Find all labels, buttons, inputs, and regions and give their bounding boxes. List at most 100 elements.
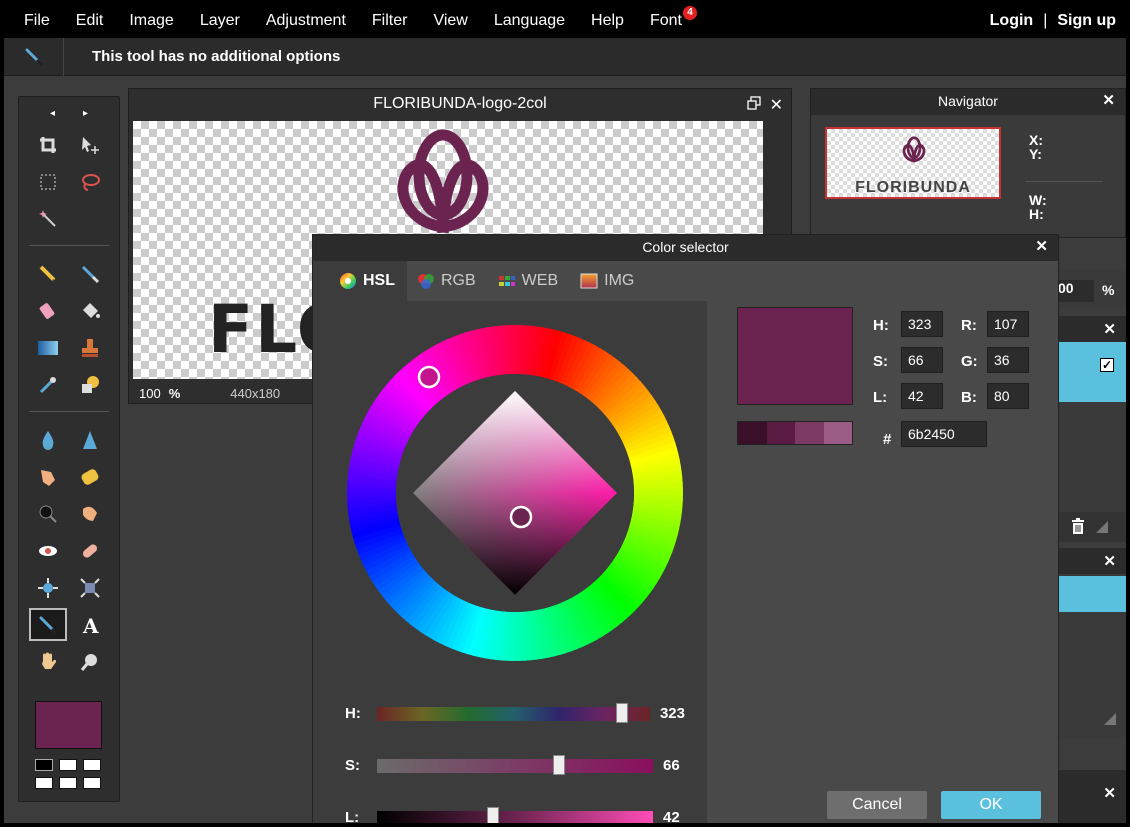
- clone-stamp-tool-icon[interactable]: [71, 331, 109, 364]
- saturation-lightness-marker[interactable]: [509, 505, 533, 529]
- restore-icon[interactable]: [746, 95, 762, 116]
- tab-img[interactable]: IMG: [570, 261, 646, 301]
- l-field[interactable]: 42: [901, 383, 943, 409]
- pencil-tool-icon[interactable]: [29, 257, 67, 290]
- menu-help[interactable]: Help: [578, 12, 637, 30]
- foreground-color-swatch[interactable]: [35, 701, 102, 749]
- lightness-slider-value: 42: [663, 809, 680, 823]
- menu-filter[interactable]: Filter: [359, 12, 421, 30]
- blur-tool-icon[interactable]: [29, 423, 67, 456]
- saturation-slider-track[interactable]: [377, 754, 653, 775]
- menu-language[interactable]: Language: [481, 12, 578, 30]
- resize-grip-icon[interactable]: [1096, 520, 1108, 538]
- magic-wand-tool-icon[interactable]: [29, 202, 67, 235]
- bloat-tool-icon[interactable]: [29, 571, 67, 604]
- font-count-badge: 4: [682, 6, 697, 20]
- navigator-info: X: Y:: [1029, 133, 1043, 161]
- login-link[interactable]: Login: [990, 12, 1034, 30]
- g-field[interactable]: 36: [987, 347, 1029, 373]
- auth-links: Login | Sign up: [990, 4, 1116, 38]
- menu-edit[interactable]: Edit: [63, 12, 117, 30]
- h-field[interactable]: 323: [901, 311, 943, 337]
- swatch-white[interactable]: [59, 759, 77, 771]
- resize-grip-icon[interactable]: [1104, 712, 1116, 730]
- close-icon[interactable]: ✕: [1103, 320, 1116, 338]
- swatch-white[interactable]: [59, 777, 77, 789]
- hue-slider-label: H:: [345, 705, 361, 722]
- hue-slider-track[interactable]: [376, 702, 650, 723]
- brush-tool-icon[interactable]: [71, 257, 109, 290]
- shade-swatch[interactable]: [795, 422, 824, 444]
- eraser-tool-icon[interactable]: [29, 294, 67, 327]
- menu-view[interactable]: View: [420, 12, 480, 30]
- layer-row-selected[interactable]: ✓: [1054, 342, 1126, 402]
- move-tool-icon[interactable]: [71, 128, 109, 161]
- hue-marker[interactable]: [417, 365, 441, 389]
- menu-image[interactable]: Image: [116, 12, 186, 30]
- navigator-thumbnail[interactable]: FLORIBUNDA: [825, 127, 1001, 199]
- lightness-slider-thumb[interactable]: [486, 806, 499, 823]
- spot-heal-tool-icon[interactable]: [71, 534, 109, 567]
- lightness-slider-track[interactable]: [377, 806, 653, 823]
- tools-prev-arrow[interactable]: ◂: [50, 108, 55, 119]
- paint-bucket-tool-icon[interactable]: [71, 294, 109, 327]
- close-icon[interactable]: ✕: [770, 95, 783, 116]
- swatch-white[interactable]: [35, 777, 53, 789]
- sharpen-tool-icon[interactable]: [71, 423, 109, 456]
- layer-visibility-checkbox[interactable]: ✓: [1100, 358, 1114, 372]
- history-row-selected[interactable]: [1054, 576, 1126, 612]
- shade-swatch[interactable]: [766, 422, 795, 444]
- sponge-tool-icon[interactable]: [71, 460, 109, 493]
- hue-slider-thumb[interactable]: [615, 702, 628, 723]
- swatch-white[interactable]: [83, 777, 101, 789]
- h-field-label: H:: [873, 317, 889, 334]
- tab-web[interactable]: WEB: [488, 261, 570, 301]
- shade-swatch[interactable]: [823, 422, 852, 444]
- shape-tool-icon[interactable]: [71, 368, 109, 401]
- close-icon[interactable]: ✕: [1102, 89, 1115, 113]
- burn-tool-icon[interactable]: [71, 497, 109, 530]
- crop-tool-icon[interactable]: [29, 128, 67, 161]
- color-replace-tool-icon[interactable]: [29, 368, 67, 401]
- swatch-black[interactable]: [35, 759, 53, 771]
- gradient-tool-icon[interactable]: [29, 331, 67, 364]
- close-icon[interactable]: ✕: [1103, 552, 1116, 570]
- document-status-bar: 100 % 440x180: [139, 386, 280, 401]
- type-tool-icon[interactable]: A: [71, 608, 109, 641]
- close-icon[interactable]: ✕: [1035, 235, 1048, 259]
- menu-font[interactable]: Font 4: [637, 6, 697, 30]
- hex-field[interactable]: 6b2450: [901, 421, 987, 447]
- hue-wheel[interactable]: [345, 323, 685, 663]
- zoom-tool-icon[interactable]: [71, 645, 109, 678]
- b-field[interactable]: 80: [987, 383, 1029, 409]
- saturation-slider-thumb[interactable]: [553, 754, 566, 775]
- pinch-tool-icon[interactable]: [71, 571, 109, 604]
- color-picker-tool-icon[interactable]: [29, 608, 67, 641]
- smudge-tool-icon[interactable]: [29, 460, 67, 493]
- web-palette-icon: [498, 276, 515, 286]
- lasso-tool-icon[interactable]: [71, 165, 109, 198]
- r-field[interactable]: 107: [987, 311, 1029, 337]
- dodge-tool-icon[interactable]: [29, 497, 67, 530]
- menu-file[interactable]: File: [4, 12, 63, 30]
- tab-rgb[interactable]: RGB: [407, 261, 488, 301]
- close-icon[interactable]: ✕: [1103, 784, 1116, 802]
- tab-hsl[interactable]: HSL: [329, 261, 407, 301]
- navigator-zoom-input[interactable]: 00: [1054, 280, 1094, 302]
- tools-next-arrow[interactable]: ▸: [83, 108, 88, 119]
- s-field[interactable]: 66: [901, 347, 943, 373]
- ok-button[interactable]: OK: [941, 791, 1041, 819]
- shade-swatch[interactable]: [738, 422, 767, 444]
- signup-link[interactable]: Sign up: [1057, 12, 1116, 30]
- hand-tool-icon[interactable]: [29, 645, 67, 678]
- menu-adjustment[interactable]: Adjustment: [253, 12, 359, 30]
- menu-bar: File Edit Image Layer Adjustment Filter …: [4, 4, 1126, 38]
- trash-icon[interactable]: [1070, 517, 1086, 540]
- menu-layer[interactable]: Layer: [187, 12, 253, 30]
- cancel-button[interactable]: Cancel: [827, 791, 927, 819]
- zoom-value[interactable]: 100: [139, 386, 161, 401]
- marquee-tool-icon[interactable]: [29, 165, 67, 198]
- r-field-label: R:: [961, 317, 977, 334]
- swatch-white[interactable]: [83, 759, 101, 771]
- red-eye-tool-icon[interactable]: [29, 534, 67, 567]
